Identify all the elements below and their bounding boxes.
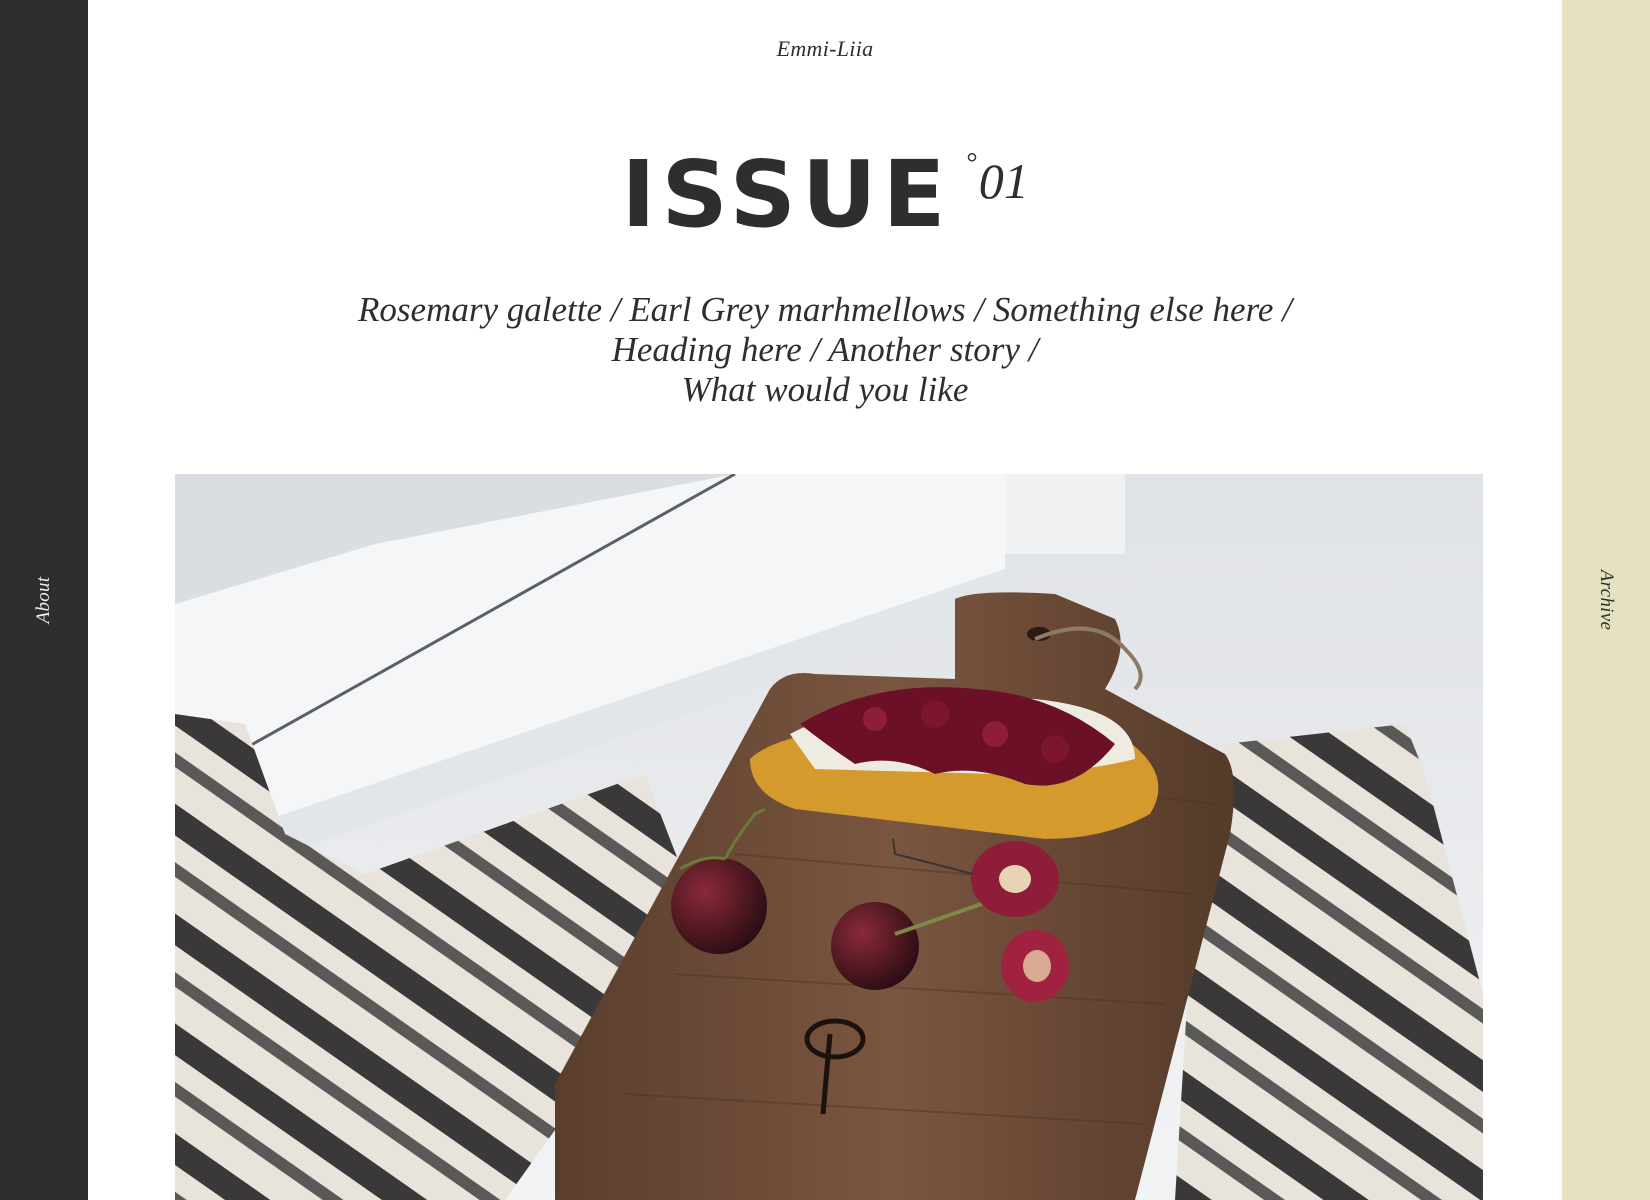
hero-image[interactable] [175,474,1483,1200]
hero-photo [175,474,1483,1200]
story-link[interactable]: Earl Grey marhmellows [629,290,965,329]
story-link[interactable]: Heading here [612,330,802,369]
story-separator: / [1028,330,1039,369]
story-separator: / [810,330,821,369]
story-line-1: Rosemary galette / Earl Grey marhmellows… [88,290,1562,330]
issue-degree: ° [965,148,977,179]
story-separator: / [610,290,621,329]
story-link[interactable]: Rosemary galette [358,290,602,329]
story-line-3: What would you like [88,370,1562,410]
issue-number-value: 01 [978,153,1029,209]
issue-title: ISSUE °01 [88,140,1562,250]
story-list: Rosemary galette / Earl Grey marhmellows… [88,290,1562,410]
story-separator: / [1282,290,1292,329]
right-sidebar: Archive [1562,0,1650,1200]
story-link[interactable]: Something else here [993,290,1274,329]
author-name[interactable]: Emmi-Liia [88,36,1562,62]
left-sidebar: About [0,0,88,1200]
story-line-2: Heading here / Another story / [88,330,1562,370]
issue-number: °01 [965,148,1029,209]
issue-word: ISSUE [621,141,952,248]
archive-link[interactable]: Archive [1595,570,1617,630]
story-link[interactable]: Another story [828,330,1020,369]
story-separator: / [974,290,985,329]
story-link[interactable]: What would you like [682,370,969,409]
about-link[interactable]: About [33,577,55,624]
main-content: Emmi-Liia ISSUE °01 Rosemary galette / Ea… [88,0,1562,1200]
